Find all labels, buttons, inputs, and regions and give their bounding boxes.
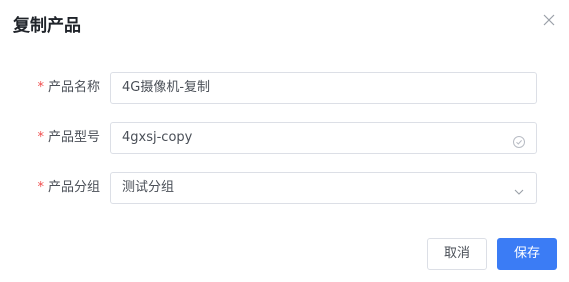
product-model-label: * 产品型号 xyxy=(0,122,100,154)
product-name-row: * 产品名称 4G摄像机-复制 xyxy=(0,72,569,104)
product-group-value: 测试分组 xyxy=(122,180,175,195)
product-group-row: * 产品分组 测试分组 xyxy=(0,172,569,204)
product-group-label-text: 产品分组 xyxy=(47,180,100,195)
close-icon[interactable] xyxy=(541,12,557,28)
product-name-label-text: 产品名称 xyxy=(47,80,100,95)
required-mark: * xyxy=(37,130,44,145)
required-mark: * xyxy=(37,180,44,195)
save-button[interactable]: 保存 xyxy=(497,238,557,270)
product-group-label: * 产品分组 xyxy=(0,172,100,204)
product-model-value: 4gxsj-copy xyxy=(122,130,193,145)
product-name-input[interactable]: 4G摄像机-复制 xyxy=(110,72,537,104)
check-circle-icon xyxy=(512,131,526,148)
copy-product-dialog: 复制产品 * 产品名称 4G摄像机-复制 * 产品型号 4gxsj-copy * 产品… xyxy=(0,0,569,282)
product-name-label: * 产品名称 xyxy=(0,72,100,104)
cancel-button[interactable]: 取消 xyxy=(427,238,487,270)
product-model-input[interactable]: 4gxsj-copy xyxy=(110,122,537,154)
dialog-title: 复制产品 xyxy=(13,16,81,36)
product-model-row: * 产品型号 4gxsj-copy xyxy=(0,122,569,154)
chevron-down-icon xyxy=(512,181,526,195)
product-model-label-text: 产品型号 xyxy=(47,130,100,145)
product-group-select[interactable]: 测试分组 xyxy=(110,172,537,204)
required-mark: * xyxy=(37,80,44,95)
